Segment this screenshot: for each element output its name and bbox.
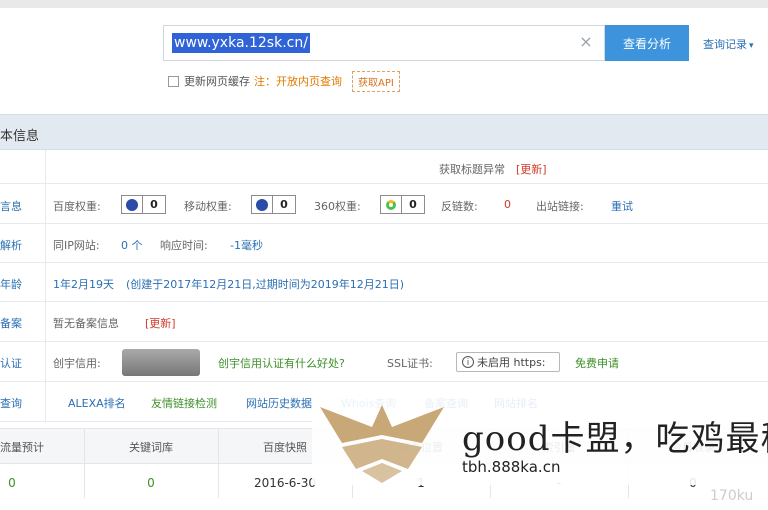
note-label: 注：: [254, 75, 276, 88]
credit-benefit-link[interactable]: 创宇信用认证有什么好处?: [218, 355, 345, 371]
analyze-button[interactable]: 查看分析: [605, 25, 689, 61]
whois-link[interactable]: Whois查询: [341, 395, 396, 411]
icp-status: 暂无备案信息: [53, 317, 119, 330]
baidu-weight-value: 0: [150, 198, 158, 211]
stats-value-index: -: [556, 476, 562, 490]
baidu-weight-label: 百度权重:: [53, 200, 101, 213]
label-cell: [0, 150, 46, 183]
chevron-down-icon: ▾: [749, 41, 754, 51]
friend-link-check-link[interactable]: 友情链接检测: [151, 395, 217, 411]
so360-weight-label: 360权重:: [314, 200, 361, 213]
outlinks-retry-link[interactable]: 重试: [611, 198, 633, 214]
baidu-paw-icon: [122, 196, 143, 213]
backlinks-value[interactable]: 0: [504, 198, 511, 211]
refresh-cache-label: 更新网页缓存: [184, 75, 250, 88]
credit-label: 创宇信用:: [53, 357, 101, 370]
stats-value-keywords[interactable]: 0: [84, 476, 218, 490]
dns-row: 解析 同IP网站: 0 个 响应时间: -1毫秒: [0, 224, 768, 263]
response-time-value: -1毫秒: [230, 239, 263, 252]
stats-header-index: 索引量: [542, 441, 576, 454]
mobile-weight-badge[interactable]: 0: [251, 195, 296, 214]
search-input[interactable]: [172, 32, 572, 54]
top-strip: [0, 0, 768, 8]
title-row: 获取标题异常 [更新]: [0, 150, 768, 184]
baidu-paw-icon: [252, 196, 273, 213]
icp-update-link[interactable]: [更新]: [145, 315, 176, 331]
icp-row: 备案 暂无备案信息 [更新]: [0, 302, 768, 342]
site-rank-link[interactable]: 网站排名: [494, 395, 538, 411]
stats-value-snapshot: 2016-6-30: [253, 476, 317, 490]
same-ip-value[interactable]: 0 个: [121, 237, 143, 253]
note-link[interactable]: 开放内页查询: [276, 75, 342, 88]
history-label: 查询记录: [703, 38, 747, 51]
search-box[interactable]: www.yxka.12sk.cn/: [163, 25, 605, 61]
domain-age: 1年2月19天: [53, 278, 114, 291]
stats-table: 流量预计 关键词库 百度快照 首页位置 索引量 今日收录 0 0 2016-6-…: [0, 428, 768, 510]
row-label-cert: 认证: [0, 357, 22, 370]
query-row: 查询 ALEXA排名 友情链接检测 网站历史数据 Whois查询 备案查询 网站…: [0, 382, 768, 422]
options-row: 更新网页缓存 注：开放内页查询 获取API: [168, 70, 400, 92]
refresh-cache-checkbox[interactable]: [168, 75, 179, 87]
ssl-status-box: i 未启用 https:: [456, 352, 560, 372]
trust-seal-icon[interactable]: [122, 349, 200, 376]
age-row: 年龄 1年2月19天 (创建于2017年12月21日,过期时间为2019年12月…: [0, 263, 768, 302]
title-status: 获取标题异常: [439, 163, 505, 176]
stats-value-today: 0: [689, 476, 697, 490]
stats-header-today: 今日收录: [671, 441, 715, 454]
icp-query-link[interactable]: 备案查询: [424, 395, 468, 411]
row-label-query: 查询: [0, 397, 22, 410]
stats-value-home-position: 1: [417, 476, 425, 490]
stats-value-traffic: 0: [8, 476, 16, 490]
ssl-status: 未启用 https:: [477, 356, 546, 369]
get-api-button[interactable]: 获取API: [352, 70, 400, 92]
stats-header-snapshot: 百度快照: [263, 441, 307, 454]
row-label-age: 年龄: [0, 278, 22, 291]
row-label-info: 言息: [0, 200, 22, 213]
mobile-weight-value: 0: [280, 198, 288, 211]
so360-weight-value: 0: [409, 198, 417, 211]
outlinks-label: 出站链接:: [536, 200, 584, 213]
stats-header-traffic: 流量预计: [0, 441, 44, 454]
domain-age-detail: (创建于2017年12月21日,过期时间为2019年12月21日): [126, 278, 405, 291]
cert-row: 认证 创宇信用: 创宇信用认证有什么好处? SSL证书: i 未启用 https…: [0, 342, 768, 382]
history-dropdown[interactable]: 查询记录 ▾: [703, 36, 754, 52]
weights-row: 言息 百度权重: 0 移动权重: 0 360权重: 0 反链数: 0 出站链接:…: [0, 184, 768, 224]
stats-header-home-position: 首页位置: [399, 441, 443, 454]
so360-weight-badge[interactable]: 0: [380, 195, 425, 214]
title-update-link[interactable]: [更新]: [516, 161, 547, 177]
so360-ring-icon: [381, 196, 402, 213]
note: 注：开放内页查询: [254, 73, 342, 89]
alexa-rank-link[interactable]: ALEXA排名: [68, 395, 126, 411]
clear-icon[interactable]: ×: [577, 32, 595, 52]
stats-header-keywords: 关键词库: [129, 441, 173, 454]
row-label-dns: 解析: [0, 239, 22, 252]
info-icon: i: [462, 356, 474, 368]
response-time-label: 响应时间:: [160, 239, 208, 252]
section-header: 本信息: [0, 114, 768, 150]
section-title: 本信息: [0, 129, 40, 144]
same-ip-label: 同IP网站:: [53, 239, 100, 252]
ssl-label: SSL证书:: [387, 357, 433, 370]
site-history-link[interactable]: 网站历史数据: [246, 395, 312, 411]
ssl-apply-link[interactable]: 免费申请: [575, 355, 619, 371]
backlinks-label: 反链数:: [441, 200, 478, 213]
row-label-icp: 备案: [0, 317, 22, 330]
baidu-weight-badge[interactable]: 0: [121, 195, 166, 214]
mobile-weight-label: 移动权重:: [184, 200, 232, 213]
